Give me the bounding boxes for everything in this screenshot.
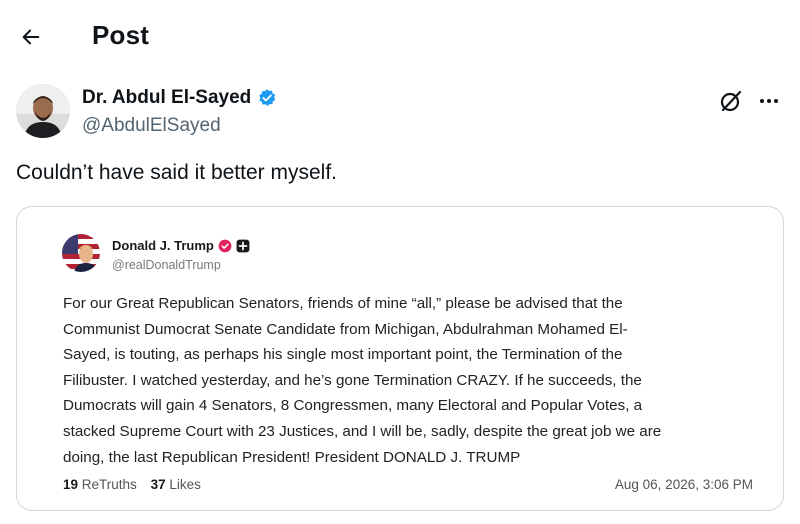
post-text: Couldn’t have said it better myself. [16, 161, 337, 184]
quoted-post-footer: 19 ReTruths 37 Likes Aug 06, 2026, 3:06 … [63, 477, 753, 492]
more-dot-icon [767, 99, 771, 103]
back-button[interactable] [14, 20, 48, 54]
verified-badge-icon [259, 89, 276, 106]
quoted-avatar [62, 234, 100, 272]
quoted-name-row: Donald J. Trump [112, 238, 250, 253]
more-options-button[interactable] [756, 88, 782, 114]
grok-icon [720, 90, 742, 112]
quoted-text-line: Dumocrats will gain 4 Senators, 8 Congre… [63, 397, 643, 415]
quoted-author-handle: @realDonaldTrump [112, 258, 221, 272]
quoted-plus-badge-icon [236, 239, 250, 252]
quoted-text-line: Communist Dumocrat Senate Candidate from… [63, 320, 628, 338]
quoted-author-name: Donald J. Trump [112, 238, 214, 253]
grok-button[interactable] [718, 88, 744, 114]
avatar-image [16, 84, 70, 138]
author-name[interactable]: Dr. Abdul El-Sayed [82, 87, 251, 109]
quoted-verified-badge-icon [218, 239, 232, 252]
quoted-post-text: For our Great Republican Senators, frien… [63, 291, 763, 470]
back-arrow-icon [22, 29, 40, 45]
post-header: Post [0, 0, 800, 72]
more-dot-icon [774, 99, 778, 103]
author-handle[interactable]: @AbdulElSayed [82, 115, 221, 137]
quoted-post-card[interactable]: Donald J. Trump @realDonaldTrump For our… [16, 206, 784, 511]
quoted-avatar-image [62, 234, 100, 272]
quoted-text-line: stacked Supreme Court with 23 Justices, … [63, 422, 662, 440]
author-name-row: Dr. Abdul El-Sayed [82, 87, 277, 109]
retruths-count: 19 ReTruths [63, 477, 137, 492]
page-title: Post [92, 20, 150, 50]
post-author: Dr. Abdul El-Sayed @AbdulElSayed [16, 84, 786, 140]
quoted-text-line: Sayed, is touting, as perhaps his single… [63, 346, 623, 364]
avatar[interactable] [16, 84, 70, 138]
quoted-text-line: doing, the last Republican President! Pr… [63, 448, 521, 466]
quoted-text-line: For our Great Republican Senators, frien… [63, 295, 623, 312]
likes-count: 37 Likes [150, 477, 201, 492]
quoted-text-line: Filibuster. I watched yesterday, and he’… [63, 371, 642, 389]
more-dot-icon [760, 99, 764, 103]
quoted-post-timestamp: Aug 06, 2026, 3:06 PM [614, 477, 753, 492]
